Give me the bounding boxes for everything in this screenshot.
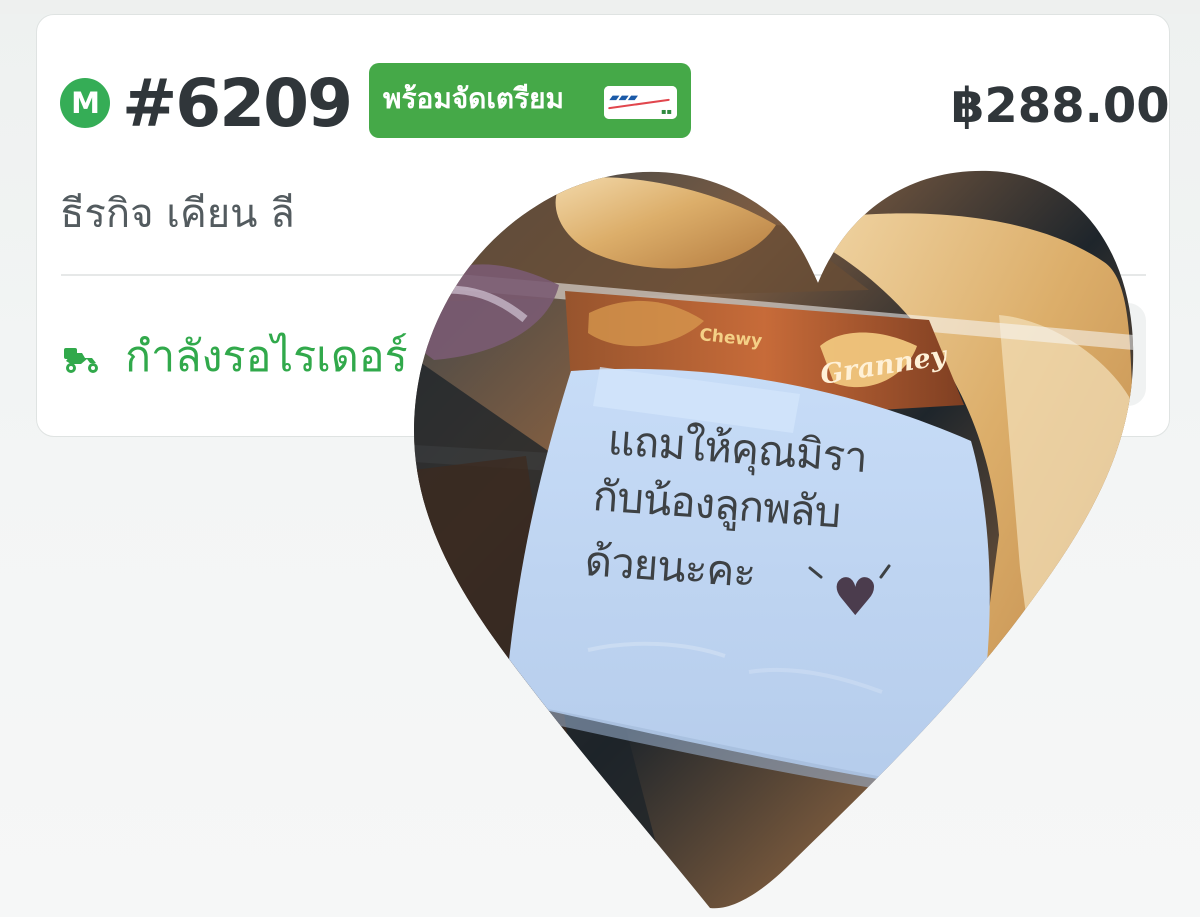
- partner-logo-mark: ▰▰▰: [608, 90, 640, 104]
- line-man-logo-icon: M: [60, 78, 110, 128]
- status-badge-label: พร้อมจัดเตรียม: [383, 82, 565, 115]
- customer-name: ธีรกิจ เคียน ลี: [60, 191, 295, 237]
- partner-logo-submark: ▪▪: [661, 107, 672, 116]
- handwritten-heart-icon: ♥: [832, 568, 879, 628]
- order-number: #6209: [122, 65, 353, 142]
- partner-logo-icon: ▰▰▰ ▪▪: [604, 86, 677, 119]
- heart-shaped-gift-note-photo: Granney Chewy แถมให้คุณมิรา กับน้องลูกพล…: [414, 170, 1134, 909]
- order-price: ฿288.00: [951, 78, 1170, 134]
- motorbike-delivery-icon: [64, 348, 98, 373]
- status-badge: พร้อมจัดเตรียม ▰▰▰ ▪▪: [369, 63, 691, 138]
- rider-status: กำลังรอไรเดอร์: [125, 332, 408, 382]
- top-status-area: [0, 0, 1200, 14]
- order-screen: M #6209 พร้อมจัดเตรียม ▰▰▰ ▪▪ ฿288.00 ธี…: [0, 0, 1200, 917]
